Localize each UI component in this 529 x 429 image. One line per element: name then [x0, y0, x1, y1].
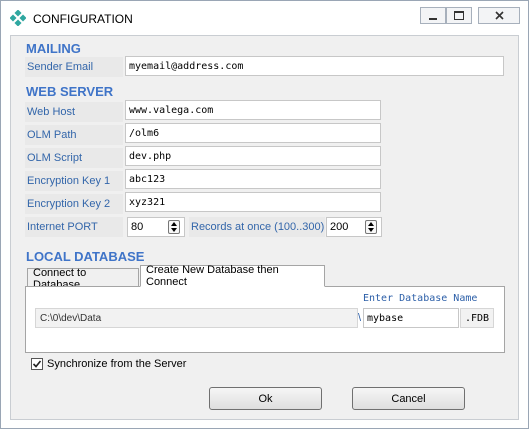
configuration-window: CONFIGURATION MAILING Sender Email myema… [0, 0, 529, 429]
close-icon [494, 11, 504, 20]
sender-email-input[interactable]: myemail@address.com [125, 56, 504, 76]
tab-connect-to-database[interactable]: Connect to Database [27, 267, 139, 291]
create-database-panel: Enter Database Name C:\0\dev\Data \ myba… [25, 286, 505, 353]
sender-email-label: Sender Email [25, 57, 123, 77]
dialog-content: MAILING Sender Email myemail@address.com… [10, 35, 519, 420]
minimize-button[interactable] [420, 7, 446, 24]
records-at-once-label: Records at once (100..300) [189, 217, 325, 237]
olm-script-input[interactable]: dev.php [125, 146, 381, 166]
spinner-arrows-icon[interactable] [168, 220, 180, 234]
close-button[interactable] [478, 7, 520, 24]
olm-script-label: OLM Script [25, 148, 123, 168]
enter-database-name-label: Enter Database Name [363, 293, 478, 304]
mailing-heading: MAILING [26, 41, 81, 56]
database-name-input[interactable]: mybase [363, 308, 459, 328]
internet-port-spinner[interactable]: 80 [127, 217, 185, 237]
encryption-key-2-input[interactable]: xyz321 [125, 192, 381, 212]
checkmark-icon [32, 360, 42, 368]
minimize-icon [429, 17, 437, 20]
local-database-heading: LOCAL DATABASE [26, 249, 145, 264]
internet-port-value: 80 [131, 221, 144, 233]
olm-path-input[interactable]: /olm6 [125, 123, 381, 143]
records-at-once-spinner[interactable]: 200 [326, 217, 382, 237]
web-host-input[interactable]: www.valega.com [125, 100, 381, 120]
path-separator: \ [358, 312, 362, 324]
web-server-heading: WEB SERVER [26, 84, 114, 99]
ok-button[interactable]: Ok [209, 387, 322, 410]
internet-port-label: Internet PORT [25, 217, 123, 237]
olm-path-label: OLM Path [25, 125, 123, 145]
encryption-key-1-label: Encryption Key 1 [25, 171, 123, 191]
records-at-once-value: 200 [330, 221, 349, 233]
maximize-button[interactable] [446, 7, 472, 24]
cancel-button[interactable]: Cancel [352, 387, 465, 410]
tab-create-new-database[interactable]: Create New Database then Connect [140, 264, 325, 288]
encryption-key-2-label: Encryption Key 2 [25, 194, 123, 214]
app-icon [10, 10, 26, 26]
database-path-field: C:\0\dev\Data [35, 308, 358, 328]
spinner-arrows-icon[interactable] [365, 220, 377, 234]
synchronize-label[interactable]: Synchronize from the Server [47, 358, 186, 370]
title-bar[interactable]: CONFIGURATION [1, 1, 528, 32]
maximize-icon [454, 11, 464, 20]
web-host-label: Web Host [25, 102, 123, 122]
synchronize-checkbox[interactable] [31, 358, 43, 370]
database-extension: .FDB [460, 308, 494, 328]
encryption-key-1-input[interactable]: abc123 [125, 169, 381, 189]
window-title: CONFIGURATION [33, 12, 133, 26]
